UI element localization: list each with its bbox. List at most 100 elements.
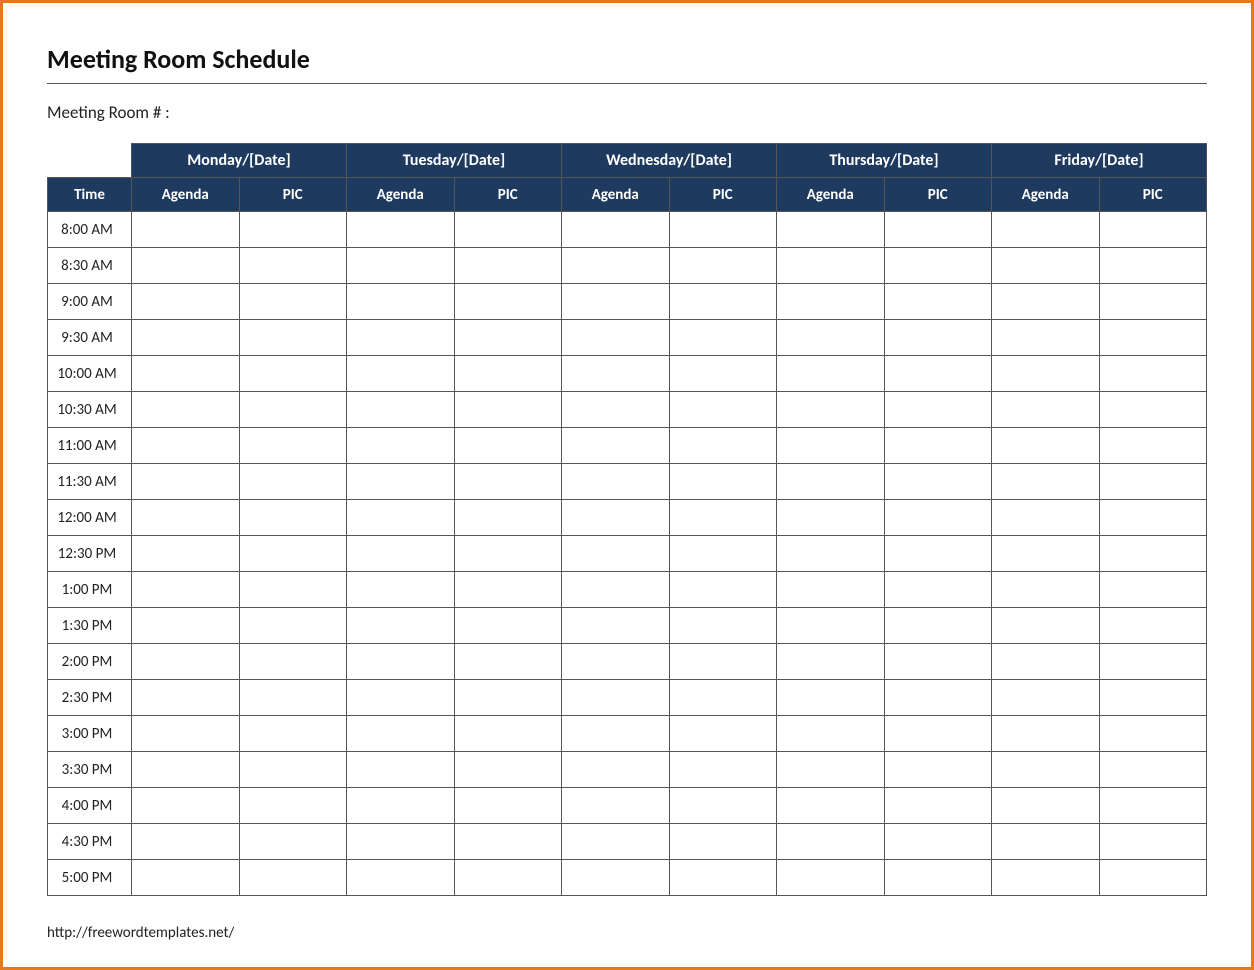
agenda-cell [132,356,240,392]
pic-cell [239,572,347,608]
agenda-cell [777,320,885,356]
pic-cell [669,716,777,752]
pic-cell [1099,860,1207,896]
pic-cell [884,680,992,716]
pic-cell [669,356,777,392]
pic-cell [239,752,347,788]
agenda-cell [347,752,455,788]
agenda-cell [132,572,240,608]
table-row: 1:30 PM [48,608,1207,644]
agenda-cell [562,212,670,248]
agenda-cell [347,572,455,608]
agenda-cell [132,716,240,752]
agenda-cell [777,500,885,536]
time-cell: 12:30 PM [48,536,132,572]
agenda-cell [992,608,1100,644]
pic-cell [239,212,347,248]
agenda-cell [562,428,670,464]
table-row: 1:00 PM [48,572,1207,608]
agenda-cell [777,248,885,284]
pic-cell [454,788,562,824]
agenda-cell [992,248,1100,284]
table-row: 4:00 PM [48,788,1207,824]
time-cell: 8:30 AM [48,248,132,284]
pic-cell [884,320,992,356]
agenda-cell [777,464,885,500]
pic-cell [239,464,347,500]
pic-cell [669,284,777,320]
agenda-cell [562,464,670,500]
pic-cell [1099,608,1207,644]
pic-cell [884,860,992,896]
time-cell: 2:00 PM [48,644,132,680]
pic-cell [884,572,992,608]
agenda-cell [132,788,240,824]
agenda-cell [347,356,455,392]
pic-cell [884,428,992,464]
pic-cell [884,752,992,788]
pic-cell [1099,572,1207,608]
pic-cell [454,824,562,860]
pic-column-header: PIC [1099,178,1207,212]
agenda-cell [562,392,670,428]
table-row: 9:30 AM [48,320,1207,356]
pic-cell [884,392,992,428]
table-row: 10:30 AM [48,392,1207,428]
pic-cell [239,500,347,536]
time-cell: 5:00 PM [48,860,132,896]
agenda-cell [132,860,240,896]
pic-cell [454,356,562,392]
pic-cell [884,284,992,320]
agenda-cell [132,284,240,320]
agenda-cell [777,572,885,608]
agenda-cell [132,608,240,644]
pic-cell [884,212,992,248]
table-row: 8:00 AM [48,212,1207,248]
pic-column-header: PIC [454,178,562,212]
pic-cell [884,788,992,824]
time-cell: 1:30 PM [48,608,132,644]
pic-cell [1099,536,1207,572]
pic-cell [669,752,777,788]
day-header: Friday/[Date] [992,144,1207,178]
pic-cell [1099,392,1207,428]
agenda-cell [992,644,1100,680]
agenda-cell [777,356,885,392]
pic-cell [669,248,777,284]
pic-cell [1099,500,1207,536]
agenda-cell [777,536,885,572]
agenda-cell [992,788,1100,824]
agenda-cell [347,392,455,428]
agenda-column-header: Agenda [777,178,885,212]
agenda-cell [777,752,885,788]
agenda-column-header: Agenda [347,178,455,212]
pic-cell [669,644,777,680]
pic-cell [884,608,992,644]
pic-column-header: PIC [239,178,347,212]
pic-cell [1099,644,1207,680]
agenda-cell [992,500,1100,536]
schedule-table: Monday/[Date] Tuesday/[Date] Wednesday/[… [47,143,1207,896]
agenda-cell [562,680,670,716]
time-cell: 2:30 PM [48,680,132,716]
agenda-cell [347,716,455,752]
time-column-header: Time [48,178,132,212]
pic-cell [1099,464,1207,500]
agenda-cell [132,392,240,428]
pic-cell [239,716,347,752]
agenda-cell [562,248,670,284]
meeting-room-label: Meeting Room # : [47,102,1207,123]
agenda-cell [992,536,1100,572]
agenda-cell [777,608,885,644]
agenda-cell [562,536,670,572]
pic-cell [669,824,777,860]
pic-cell [884,356,992,392]
pic-column-header: PIC [669,178,777,212]
pic-cell [669,500,777,536]
table-row: 4:30 PM [48,824,1207,860]
agenda-cell [777,860,885,896]
pic-cell [454,464,562,500]
pic-cell [669,860,777,896]
agenda-cell [562,716,670,752]
pic-cell [454,752,562,788]
